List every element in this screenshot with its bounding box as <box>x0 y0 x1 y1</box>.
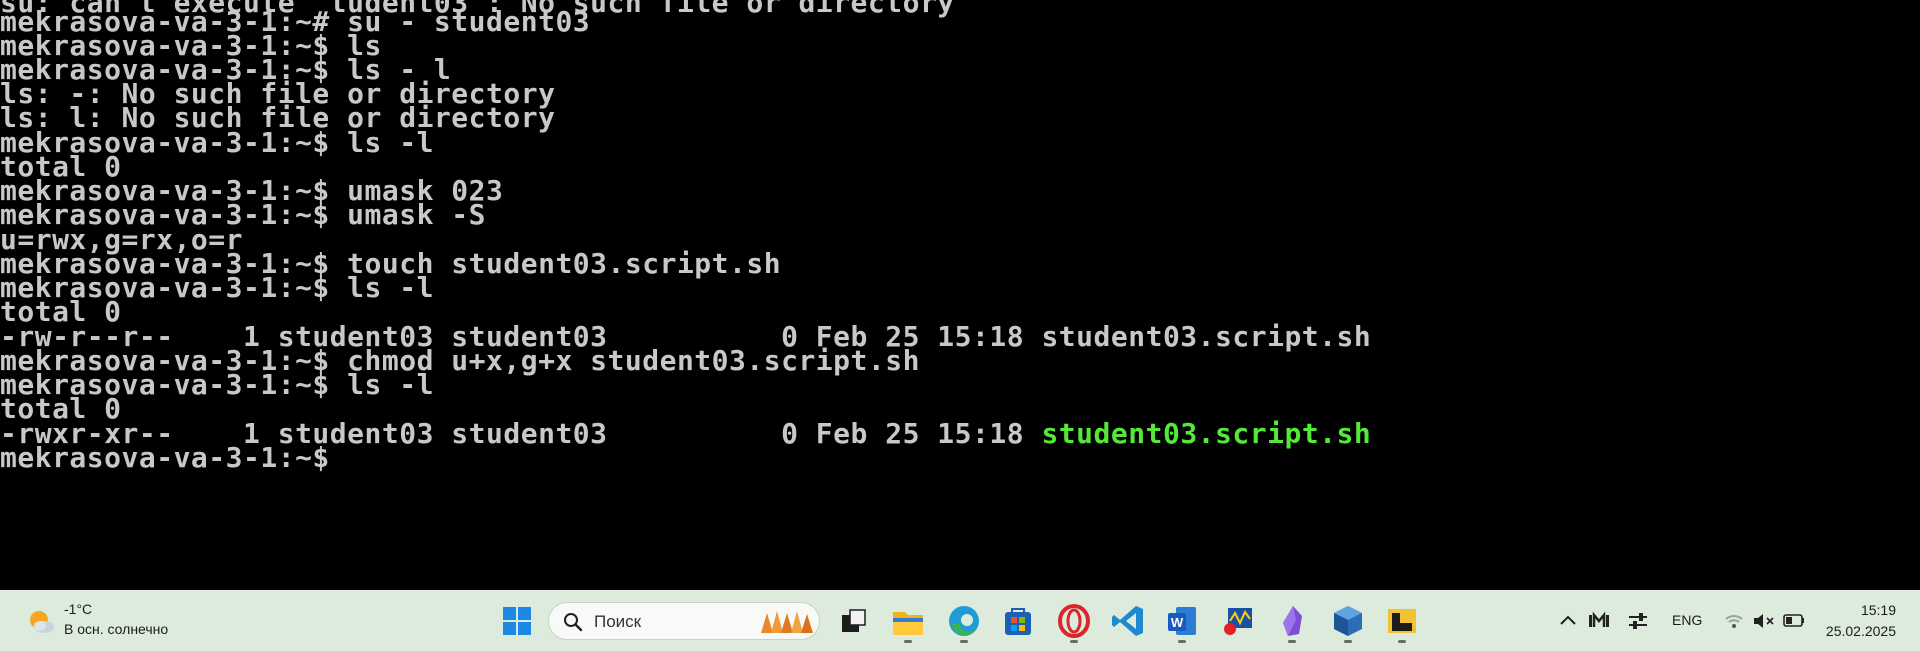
opera-browser-icon[interactable] <box>1054 601 1094 641</box>
svg-text:W: W <box>1171 615 1184 630</box>
running-indicator <box>904 640 912 643</box>
clock-date[interactable]: 25.02.2025 <box>1826 623 1896 639</box>
windows-start-icon[interactable] <box>497 601 537 641</box>
search-icon <box>563 612 583 632</box>
partly-sunny-icon <box>26 607 56 637</box>
language-indicator[interactable]: ENG <box>1672 612 1702 628</box>
running-indicator <box>960 640 968 643</box>
terminal-window[interactable]: su: can't execute 'tudent03': No such fi… <box>0 0 1920 590</box>
file-explorer-icon[interactable] <box>888 601 928 641</box>
battery-icon[interactable] <box>1774 601 1814 641</box>
weather-widget[interactable]: -1°C В осн. солнечно <box>18 599 218 643</box>
microsoft-store-icon[interactable] <box>998 601 1038 641</box>
tray-app-icon[interactable] <box>1578 601 1618 641</box>
running-indicator <box>1070 640 1078 643</box>
terminal-app-icon[interactable] <box>1382 601 1422 641</box>
search-placeholder: Поиск <box>594 612 642 631</box>
word-icon[interactable]: W <box>1162 601 1202 641</box>
obsidian-icon[interactable] <box>1272 601 1312 641</box>
terminal-prompt: mekrasova-va-3-1:~$ <box>0 441 330 474</box>
running-indicator <box>1178 640 1186 643</box>
running-indicator <box>1398 640 1406 643</box>
settings-sliders-icon[interactable] <box>1618 601 1658 641</box>
weather-temperature: -1°C <box>64 601 93 617</box>
monitor-app-icon[interactable] <box>1218 601 1258 641</box>
vscode-icon[interactable] <box>1108 601 1148 641</box>
search-box[interactable]: Поиск <box>548 602 820 640</box>
virtualbox-icon[interactable] <box>1328 601 1368 641</box>
weather-condition: В осн. солнечно <box>64 621 169 637</box>
executable-filename: student03.script.sh <box>1041 417 1372 450</box>
running-indicator <box>1344 640 1352 643</box>
clock-time[interactable]: 15:19 <box>1861 602 1896 618</box>
task-view-icon[interactable] <box>833 601 873 641</box>
running-indicator <box>1288 640 1296 643</box>
search-highlight-icon <box>757 607 815 635</box>
taskbar: -1°C В осн. солнечно Поиск W ENG 15:19 2… <box>0 590 1920 651</box>
edge-browser-icon[interactable] <box>944 601 984 641</box>
